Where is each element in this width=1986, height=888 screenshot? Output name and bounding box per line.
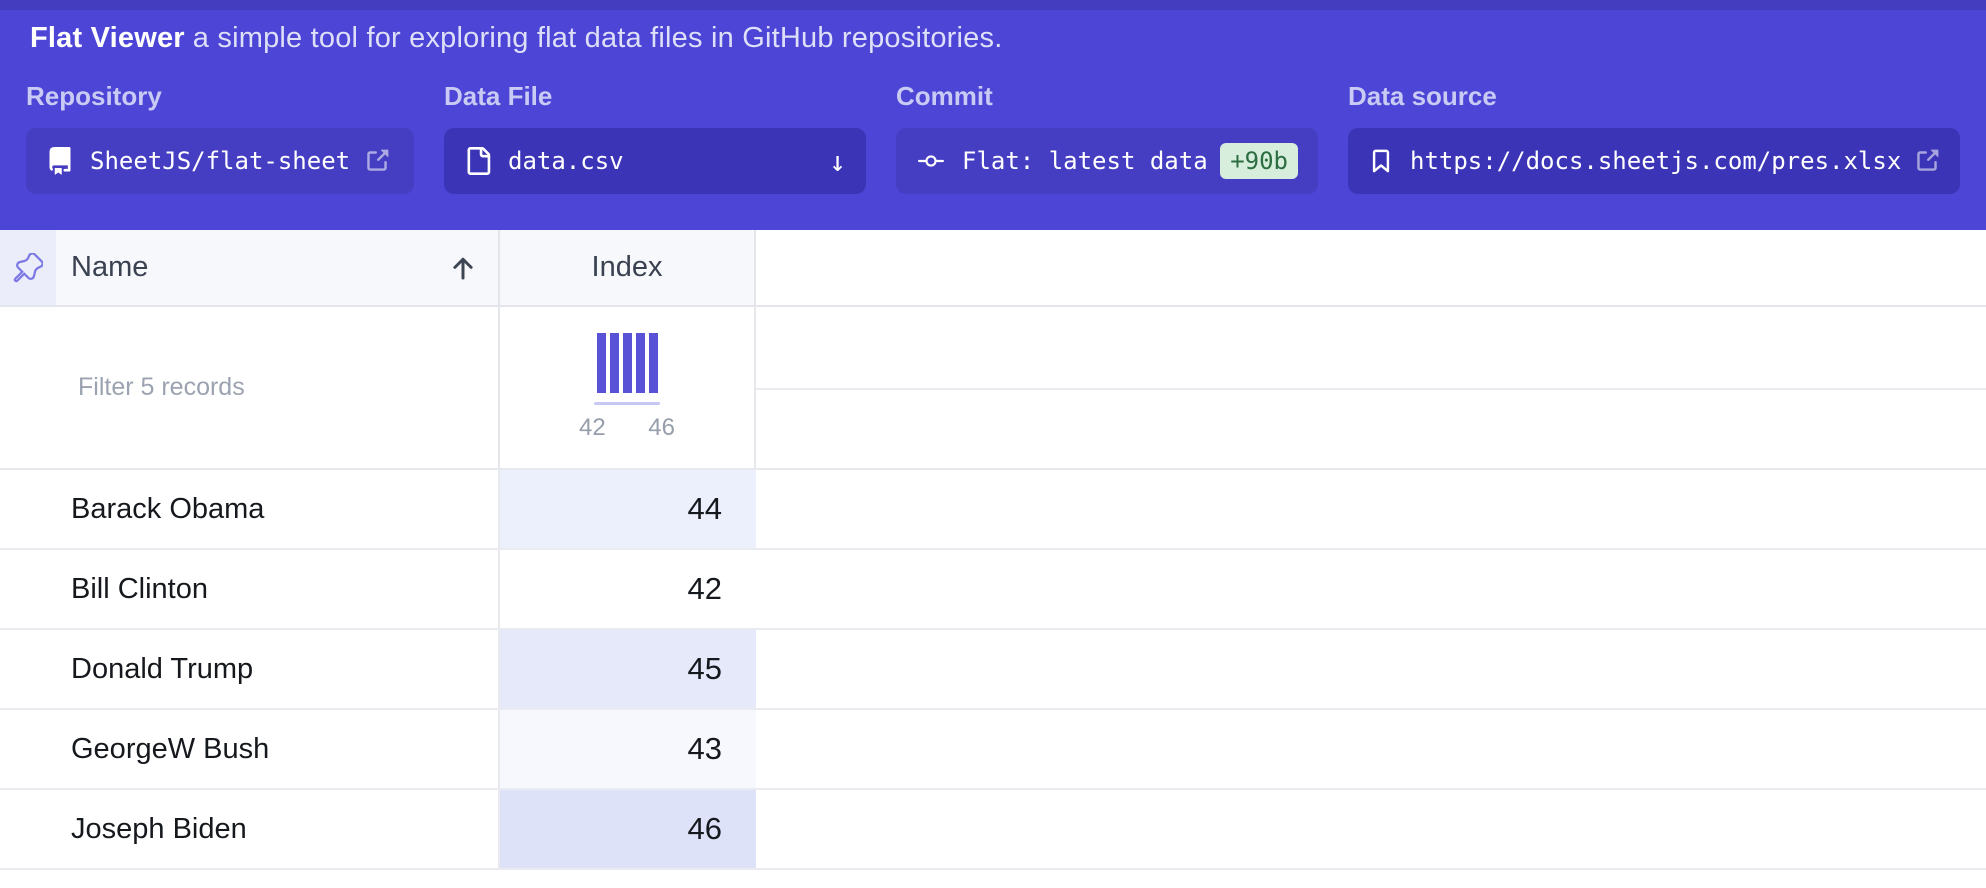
filter-cell-name xyxy=(0,307,500,468)
data-file-label: Data File xyxy=(444,81,866,112)
cell-empty xyxy=(756,790,1986,868)
cell-empty xyxy=(756,470,1986,548)
header-top-strip xyxy=(0,0,1986,10)
header-controls: Repository SheetJS/flat-sheet Data File … xyxy=(0,81,1986,194)
cell-name: Bill Clinton xyxy=(0,550,500,628)
data-source-control: Data source https://docs.sheetjs.com/pre… xyxy=(1348,81,1960,194)
index-histogram[interactable]: 42 46 xyxy=(500,307,756,468)
data-grid: Name Index 42 46 Barack Obama 44 xyxy=(0,230,1986,870)
app-subtitle: a simple tool for exploring flat data fi… xyxy=(193,22,1003,54)
data-source-link[interactable]: https://docs.sheetjs.com/pres.xlsx xyxy=(1348,128,1960,194)
app-title: Flat Viewer xyxy=(30,22,185,54)
file-icon xyxy=(464,147,492,175)
commit-diff-badge: +90b xyxy=(1220,143,1298,179)
cell-name: Barack Obama xyxy=(0,470,500,548)
cell-index: 46 xyxy=(500,790,756,868)
column-header-name-label: Name xyxy=(71,251,148,284)
column-header-index-label: Index xyxy=(592,251,663,284)
commit-message: Flat: latest data xyxy=(962,147,1208,175)
column-header-index[interactable]: Index xyxy=(500,230,756,305)
cell-empty xyxy=(756,550,1986,628)
cell-empty xyxy=(756,710,1986,788)
commit-control: Commit Flat: latest data +90b xyxy=(896,81,1318,194)
repository-name: SheetJS/flat-sheet xyxy=(90,147,350,175)
filter-row-empty-area xyxy=(756,307,1986,468)
cell-index: 44 xyxy=(500,470,756,548)
empty-area-row-divider xyxy=(756,388,1986,390)
table-row: Donald Trump 45 xyxy=(0,630,1986,710)
histogram-bars xyxy=(597,333,658,393)
bookmark-icon xyxy=(1368,148,1394,174)
cell-name: GeorgeW Bush xyxy=(0,710,500,788)
table-row: Barack Obama 44 xyxy=(0,470,1986,550)
dropdown-arrow-icon: ↓ xyxy=(829,145,846,178)
cell-index: 45 xyxy=(500,630,756,708)
pin-icon xyxy=(13,253,43,283)
git-commit-icon xyxy=(916,148,946,174)
app-header: Flat Viewera simple tool for exploring f… xyxy=(0,0,1986,230)
filter-input[interactable] xyxy=(0,373,498,402)
histogram-min-label: 42 xyxy=(579,414,606,442)
data-source-label: Data source xyxy=(1348,81,1960,112)
repo-icon xyxy=(46,147,74,175)
commit-label: Commit xyxy=(896,81,1318,112)
grid-filter-row: 42 46 xyxy=(0,307,1986,470)
repository-link-button[interactable]: SheetJS/flat-sheet xyxy=(26,128,414,194)
repository-control: Repository SheetJS/flat-sheet xyxy=(26,81,414,194)
grid-header-empty-area xyxy=(756,230,1986,305)
pin-column-header[interactable] xyxy=(0,230,56,305)
sort-ascending-icon xyxy=(448,253,478,283)
column-header-name[interactable]: Name xyxy=(56,230,500,305)
commit-select[interactable]: Flat: latest data +90b xyxy=(896,128,1318,194)
grid-header-row: Name Index xyxy=(0,230,1986,307)
external-link-icon xyxy=(364,148,390,174)
table-row: Bill Clinton 42 xyxy=(0,550,1986,630)
data-file-name: data.csv xyxy=(508,147,624,175)
data-file-control: Data File data.csv ↓ xyxy=(444,81,866,194)
table-row: GeorgeW Bush 43 xyxy=(0,710,1986,790)
histogram-max-label: 46 xyxy=(648,414,675,442)
cell-empty xyxy=(756,630,1986,708)
external-link-icon xyxy=(1914,148,1940,174)
data-file-select[interactable]: data.csv ↓ xyxy=(444,128,866,194)
grid-rows: Barack Obama 44 Bill Clinton 42 Donald T… xyxy=(0,470,1986,870)
cell-index: 43 xyxy=(500,710,756,788)
repository-label: Repository xyxy=(26,81,414,112)
data-source-url: https://docs.sheetjs.com/pres.xlsx xyxy=(1410,147,1901,175)
cell-name: Joseph Biden xyxy=(0,790,500,868)
histogram-underline xyxy=(594,402,660,405)
table-row: Joseph Biden 46 xyxy=(0,790,1986,870)
histogram-labels: 42 46 xyxy=(579,414,675,442)
cell-index: 42 xyxy=(500,550,756,628)
cell-name: Donald Trump xyxy=(0,630,500,708)
